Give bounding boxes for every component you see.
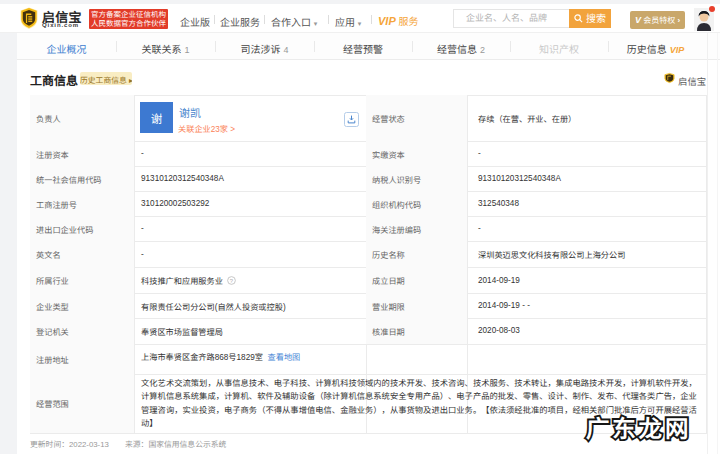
svg-text:?: ? <box>230 277 234 283</box>
